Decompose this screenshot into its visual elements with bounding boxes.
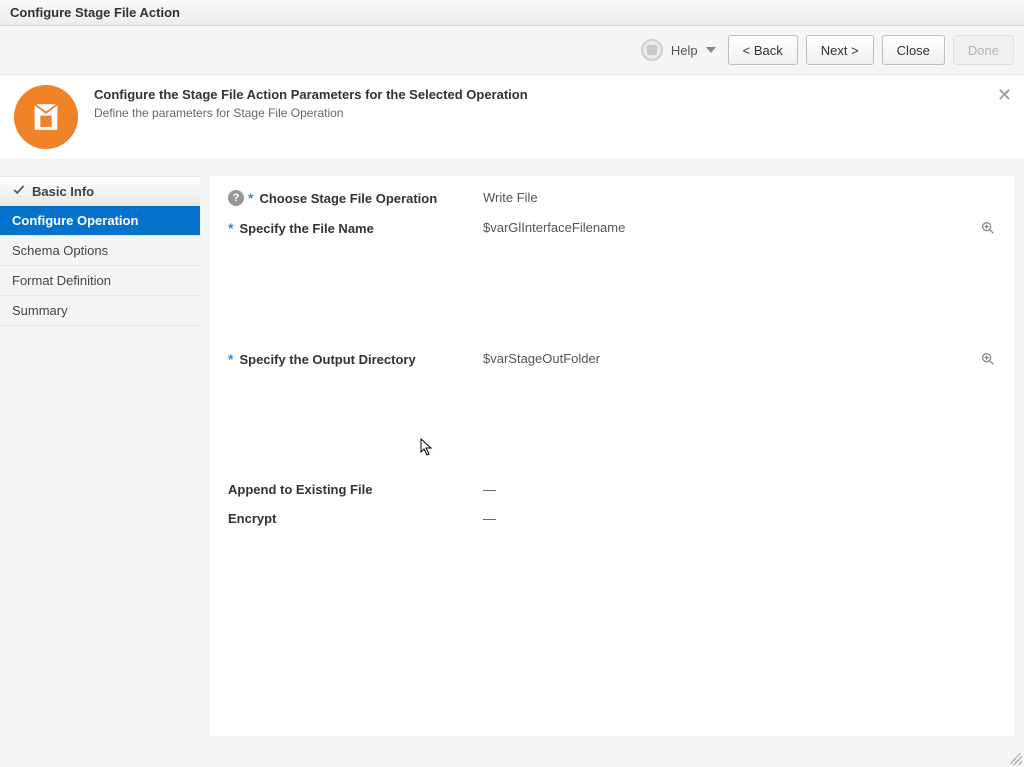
sidebar-item-label: Format Definition bbox=[12, 273, 111, 288]
main-panel: ? * Choose Stage File Operation Write Fi… bbox=[210, 176, 1014, 736]
toolbar: Help < Back Next > Close Done bbox=[0, 26, 1024, 74]
sidebar-item-summary[interactable]: Summary bbox=[0, 296, 200, 326]
content: Basic Info Configure Operation Schema Op… bbox=[0, 160, 1024, 746]
back-button[interactable]: < Back bbox=[728, 35, 798, 65]
done-button: Done bbox=[953, 35, 1014, 65]
sidebar-item-label: Basic Info bbox=[32, 184, 94, 199]
required-asterisk: * bbox=[248, 190, 253, 206]
banner-title: Configure the Stage File Action Paramete… bbox=[94, 87, 528, 102]
choose-operation-label: Choose Stage File Operation bbox=[259, 191, 437, 206]
row-encrypt: Encrypt — bbox=[228, 511, 996, 526]
sidebar-item-basic-info[interactable]: Basic Info bbox=[0, 176, 200, 206]
encrypt-value: — bbox=[483, 511, 996, 526]
banner: Configure the Stage File Action Paramete… bbox=[0, 75, 1024, 160]
sidebar-item-configure-operation[interactable]: Configure Operation bbox=[0, 206, 200, 236]
row-append: Append to Existing File — bbox=[228, 482, 996, 497]
output-dir-value: $varStageOutFolder bbox=[483, 351, 980, 366]
output-dir-label: Specify the Output Directory bbox=[239, 352, 415, 367]
title-bar: Configure Stage File Action bbox=[0, 0, 1024, 26]
row-filename: * Specify the File Name $varGlInterfaceF… bbox=[228, 220, 996, 241]
stage-file-emblem-icon bbox=[14, 85, 78, 149]
choose-operation-value: Write File bbox=[483, 190, 996, 205]
sidebar-item-label: Summary bbox=[12, 303, 68, 318]
filename-label: Specify the File Name bbox=[239, 221, 373, 236]
sidebar-item-format-definition[interactable]: Format Definition bbox=[0, 266, 200, 296]
close-icon[interactable]: ✕ bbox=[997, 85, 1012, 106]
close-button[interactable]: Close bbox=[882, 35, 945, 65]
filename-value: $varGlInterfaceFilename bbox=[483, 220, 980, 235]
sidebar-item-label: Configure Operation bbox=[12, 213, 138, 228]
next-button[interactable]: Next > bbox=[806, 35, 874, 65]
subsection: Append to Existing File — Encrypt — bbox=[228, 482, 996, 526]
help-group: Help bbox=[641, 39, 716, 61]
required-asterisk: * bbox=[228, 351, 233, 367]
banner-text: Configure the Stage File Action Paramete… bbox=[94, 85, 528, 120]
wizard-sidebar: Basic Info Configure Operation Schema Op… bbox=[0, 160, 200, 746]
toolbar-wrap: Help < Back Next > Close Done bbox=[0, 26, 1024, 75]
sidebar-item-schema-options[interactable]: Schema Options bbox=[0, 236, 200, 266]
history-icon[interactable] bbox=[641, 39, 663, 61]
resize-grip-icon[interactable] bbox=[1010, 753, 1022, 765]
magnify-icon[interactable] bbox=[980, 351, 996, 372]
window-title: Configure Stage File Action bbox=[10, 5, 180, 20]
help-icon[interactable]: ? bbox=[228, 190, 244, 206]
banner-subtitle: Define the parameters for Stage File Ope… bbox=[94, 106, 528, 120]
chevron-down-icon[interactable] bbox=[706, 47, 716, 53]
row-output-dir: * Specify the Output Directory $varStage… bbox=[228, 351, 996, 372]
sidebar-item-label: Schema Options bbox=[12, 243, 108, 258]
required-asterisk: * bbox=[228, 220, 233, 236]
row-choose-operation: ? * Choose Stage File Operation Write Fi… bbox=[228, 190, 996, 206]
append-label: Append to Existing File bbox=[228, 482, 372, 497]
help-label[interactable]: Help bbox=[671, 43, 698, 58]
encrypt-label: Encrypt bbox=[228, 511, 276, 526]
append-value: — bbox=[483, 482, 996, 497]
check-icon bbox=[12, 183, 26, 200]
magnify-icon[interactable] bbox=[980, 220, 996, 241]
